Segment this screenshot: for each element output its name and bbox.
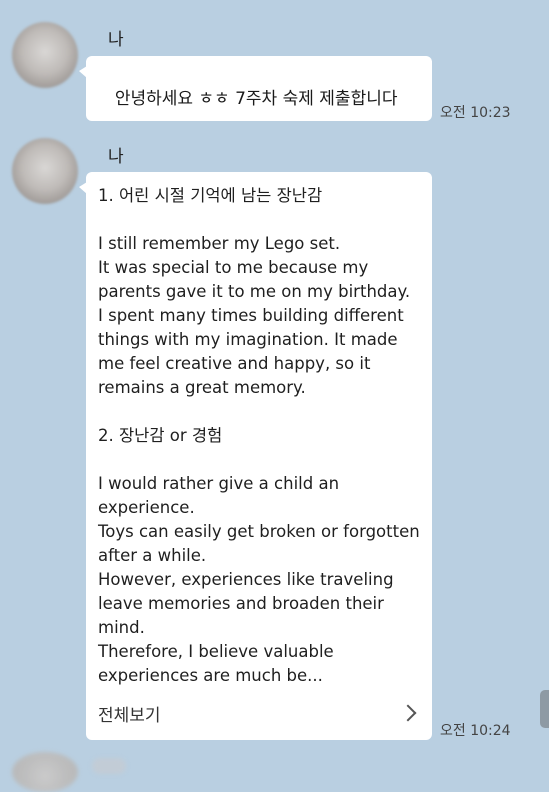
message-time: 오전 10:23: [440, 105, 511, 121]
sender-name: 나: [108, 30, 124, 50]
avatar[interactable]: [12, 752, 78, 792]
avatar[interactable]: [12, 22, 78, 88]
message-bubble-long[interactable]: 1. 어린 시절 기억에 남는 장난감 I still remember my …: [79, 172, 432, 740]
sender-name-placeholder: [92, 758, 126, 774]
chevron-right-icon: [399, 704, 417, 722]
message-bubble[interactable]: 안녕하세요 ㅎㅎ 7주차 숙제 제출합니다: [79, 56, 432, 121]
avatar[interactable]: [12, 138, 78, 204]
message-text: 1. 어린 시절 기억에 남는 장난감 I still remember my …: [98, 186, 420, 685]
scrollbar-thumb[interactable]: [540, 690, 549, 728]
message-text: 안녕하세요 ㅎㅎ 7주차 숙제 제출합니다: [114, 89, 398, 109]
view-all-label: 전체보기: [98, 705, 161, 726]
message-time: 오전 10:24: [440, 723, 511, 739]
sender-name: 나: [108, 147, 124, 167]
view-all-button[interactable]: 전체보기: [98, 700, 420, 726]
